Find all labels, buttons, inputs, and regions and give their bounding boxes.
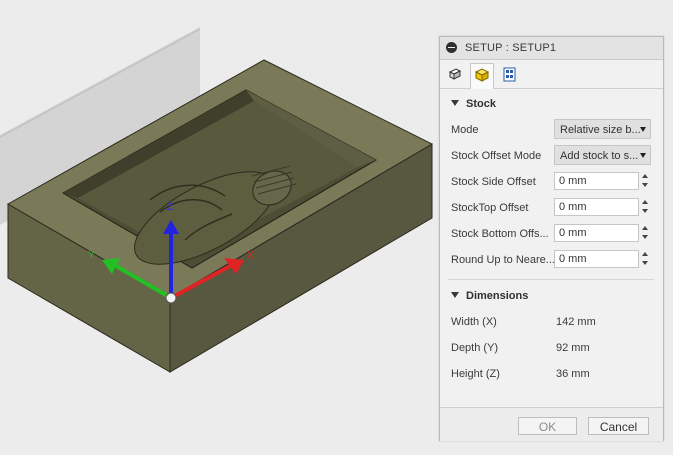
round-up-spinner[interactable] bbox=[641, 250, 649, 268]
stock-offset-mode-select[interactable]: Add stock to s... bbox=[554, 145, 651, 165]
stock-heading: Stock bbox=[466, 98, 496, 110]
collapse-triangle-icon bbox=[451, 100, 459, 106]
stock-side-offset-label: Stock Side Offset bbox=[451, 176, 536, 188]
setup-icon bbox=[448, 68, 462, 80]
spin-down-icon[interactable] bbox=[642, 209, 648, 213]
stock-section-header[interactable]: Stock bbox=[451, 98, 496, 110]
dropdown-caret-icon bbox=[640, 127, 646, 132]
stock-side-offset-input[interactable]: 0 mm bbox=[554, 172, 639, 190]
spin-up-icon[interactable] bbox=[642, 252, 648, 256]
spin-up-icon[interactable] bbox=[642, 174, 648, 178]
dimensions-section-header[interactable]: Dimensions bbox=[451, 290, 528, 302]
spin-up-icon[interactable] bbox=[642, 226, 648, 230]
mode-label: Mode bbox=[451, 124, 479, 136]
width-label: Width (X) bbox=[451, 316, 497, 328]
stock-side-offset-spinner[interactable] bbox=[641, 172, 649, 190]
collapse-icon[interactable] bbox=[446, 42, 457, 53]
setup-dialog: SETUP : SETUP1 Stock Mode Relative size … bbox=[439, 36, 664, 441]
stock-box-icon bbox=[474, 68, 490, 82]
dialog-footer: OK Cancel bbox=[440, 407, 663, 441]
spin-down-icon[interactable] bbox=[642, 261, 648, 265]
stock-top-offset-spinner[interactable] bbox=[641, 198, 649, 216]
ok-button[interactable]: OK bbox=[518, 417, 577, 435]
stock-bottom-offset-label: Stock Bottom Offs... bbox=[451, 228, 549, 240]
round-up-label: Round Up to Neare... bbox=[451, 254, 555, 266]
y-axis-label: Y bbox=[88, 250, 95, 261]
mode-select[interactable]: Relative size b... bbox=[554, 119, 651, 139]
mode-value: Relative size b... bbox=[560, 124, 641, 136]
stock-bottom-offset-input[interactable]: 0 mm bbox=[554, 224, 639, 242]
tab-setup[interactable] bbox=[444, 63, 468, 87]
dropdown-caret-icon bbox=[640, 153, 646, 158]
stock-offset-mode-value: Add stock to s... bbox=[560, 150, 639, 162]
post-process-icon bbox=[503, 67, 516, 82]
spin-up-icon[interactable] bbox=[642, 200, 648, 204]
height-label: Height (Z) bbox=[451, 368, 500, 380]
x-axis-label: X bbox=[247, 250, 254, 261]
dimensions-heading: Dimensions bbox=[466, 290, 529, 302]
dialog-header: SETUP : SETUP1 bbox=[440, 37, 663, 60]
stock-top-offset-input[interactable]: 0 mm bbox=[554, 198, 639, 216]
dialog-tabs bbox=[440, 60, 663, 89]
stock-bottom-offset-spinner[interactable] bbox=[641, 224, 649, 242]
height-value: 36 mm bbox=[556, 368, 590, 380]
stock-top-offset-label: StockTop Offset bbox=[451, 202, 529, 214]
cancel-button[interactable]: Cancel bbox=[588, 417, 649, 435]
collapse-triangle-icon bbox=[451, 292, 459, 298]
depth-label: Depth (Y) bbox=[451, 342, 499, 354]
section-divider bbox=[448, 279, 654, 280]
z-axis-label: Z bbox=[167, 202, 173, 213]
round-up-input[interactable]: 0 mm bbox=[554, 250, 639, 268]
depth-value: 92 mm bbox=[556, 342, 590, 354]
spin-down-icon[interactable] bbox=[642, 235, 648, 239]
tab-stock[interactable] bbox=[470, 63, 494, 89]
spin-down-icon[interactable] bbox=[642, 183, 648, 187]
origin-point[interactable] bbox=[165, 292, 177, 304]
stock-offset-mode-label: Stock Offset Mode bbox=[451, 150, 542, 162]
dialog-title: SETUP : SETUP1 bbox=[465, 42, 557, 54]
tab-post-process[interactable] bbox=[498, 63, 522, 87]
width-value: 142 mm bbox=[556, 316, 596, 328]
